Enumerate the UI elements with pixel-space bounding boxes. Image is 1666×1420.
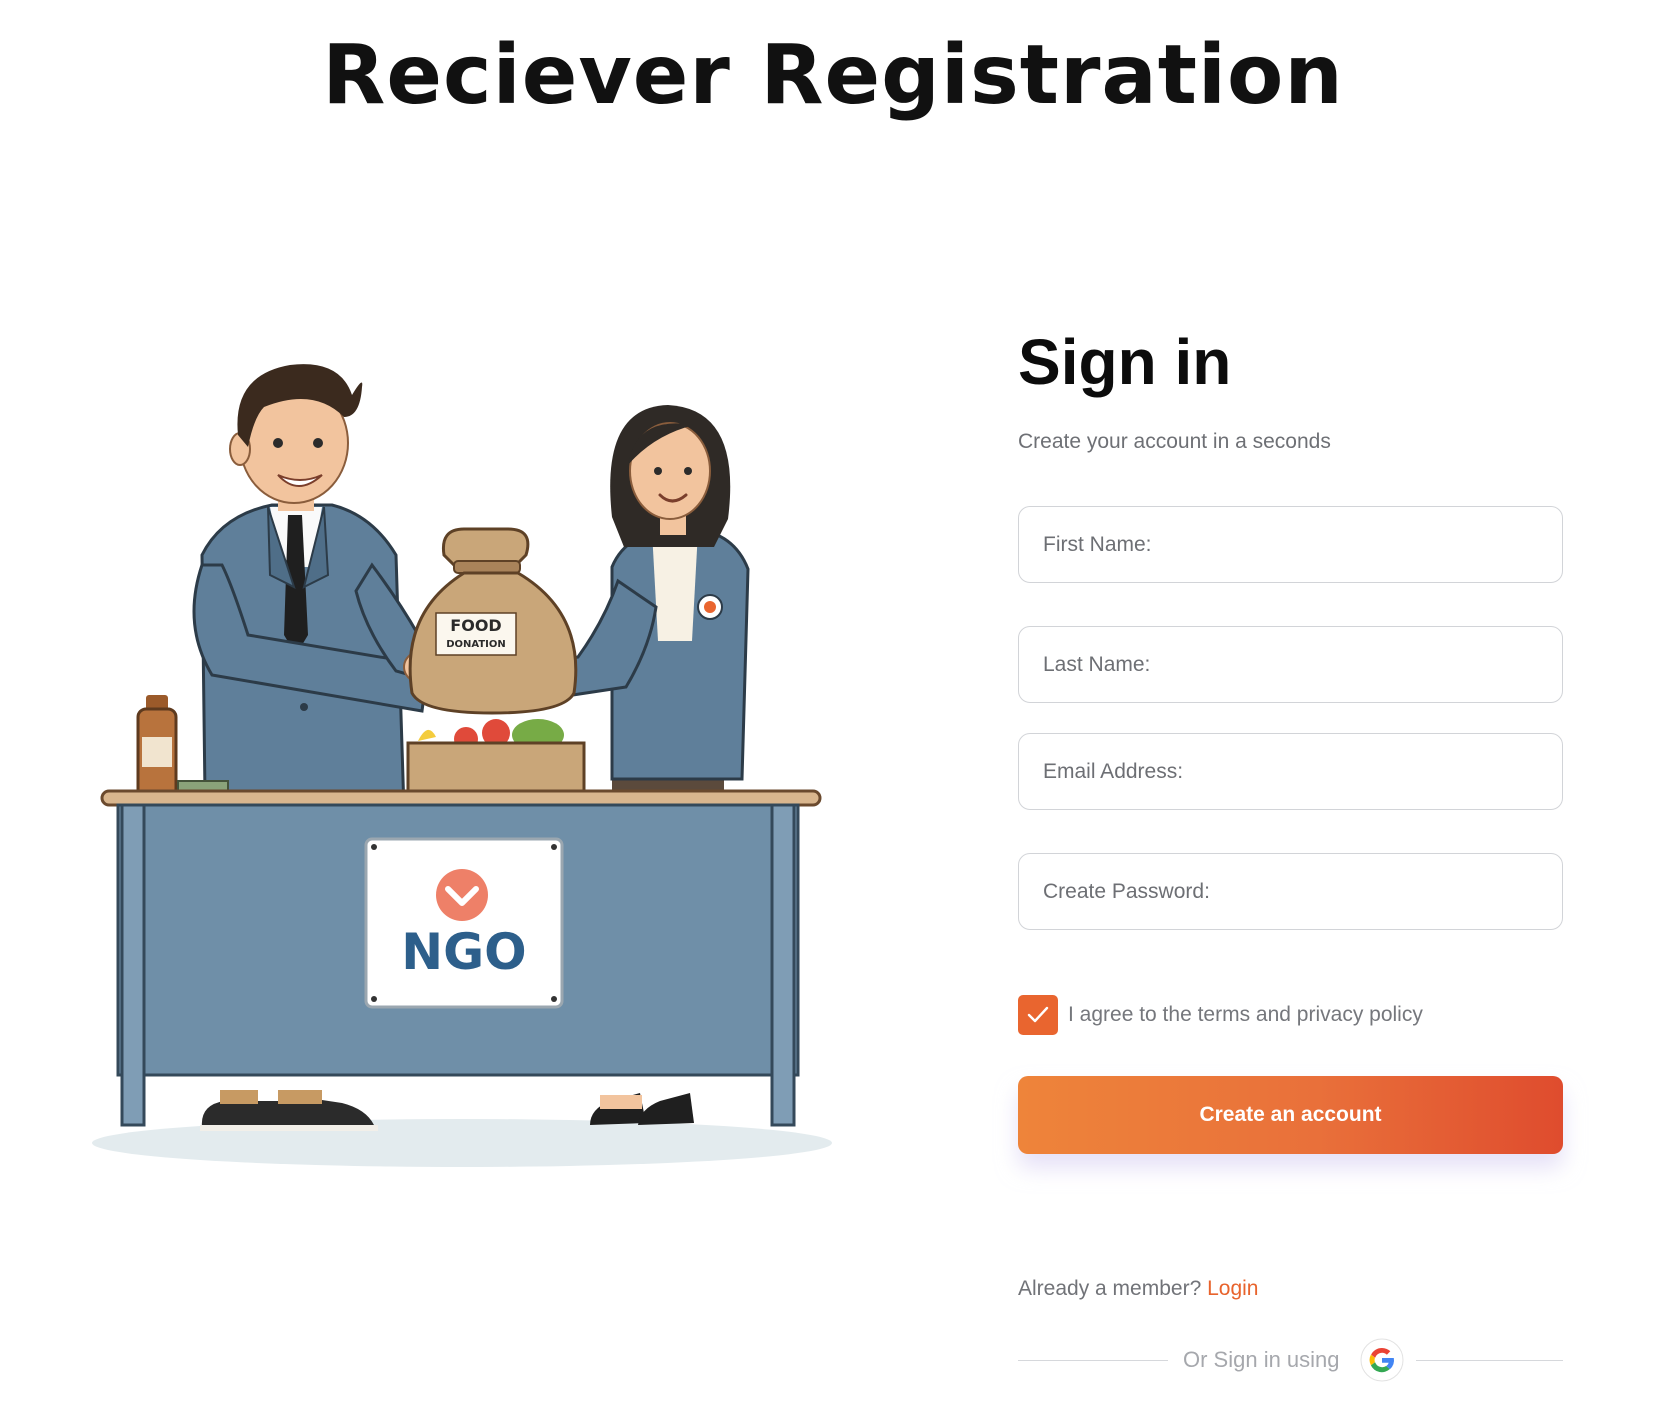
google-icon[interactable] [1360, 1338, 1404, 1382]
member-prompt-row: Already a member? Login [1018, 1277, 1258, 1301]
divider-right [1416, 1360, 1563, 1361]
password-field[interactable] [1018, 853, 1563, 930]
terms-row: I agree to the terms and privacy policy [1018, 995, 1423, 1035]
bottle [136, 695, 178, 799]
member-prompt: Already a member? [1018, 1277, 1202, 1300]
first-name-field[interactable] [1018, 506, 1563, 583]
alt-signin-label: Or Sign in using [1183, 1347, 1340, 1372]
svg-text:DONATION: DONATION [446, 639, 506, 650]
form-subtitle: Create your account in a seconds [1018, 430, 1331, 453]
page-title: Reciever Registration [322, 28, 1344, 123]
divider-left [1018, 1360, 1168, 1361]
form-heading: Sign in [1018, 326, 1232, 398]
alt-signin-row: Or Sign in using [1018, 1338, 1563, 1384]
create-account-button[interactable]: Create an account [1018, 1076, 1563, 1154]
terms-checkbox[interactable] [1018, 995, 1058, 1035]
email-field[interactable] [1018, 733, 1563, 810]
svg-text:FOOD: FOOD [450, 616, 501, 635]
fruit-box [406, 719, 586, 799]
terms-label: I agree to the terms and privacy policy [1068, 1003, 1423, 1026]
last-name-field[interactable] [1018, 626, 1563, 703]
login-link[interactable]: Login [1207, 1277, 1258, 1300]
signup-form: Sign in Create your account in a seconds… [1018, 326, 1563, 1382]
food-donation-bag: FOOD DONATION [408, 527, 578, 715]
food-donation-illustration: FOOD DONATION NGO [92, 325, 912, 1185]
svg-text:NGO: NGO [401, 923, 526, 981]
checkmark-icon [1027, 1006, 1049, 1023]
desk: NGO [100, 789, 822, 1127]
